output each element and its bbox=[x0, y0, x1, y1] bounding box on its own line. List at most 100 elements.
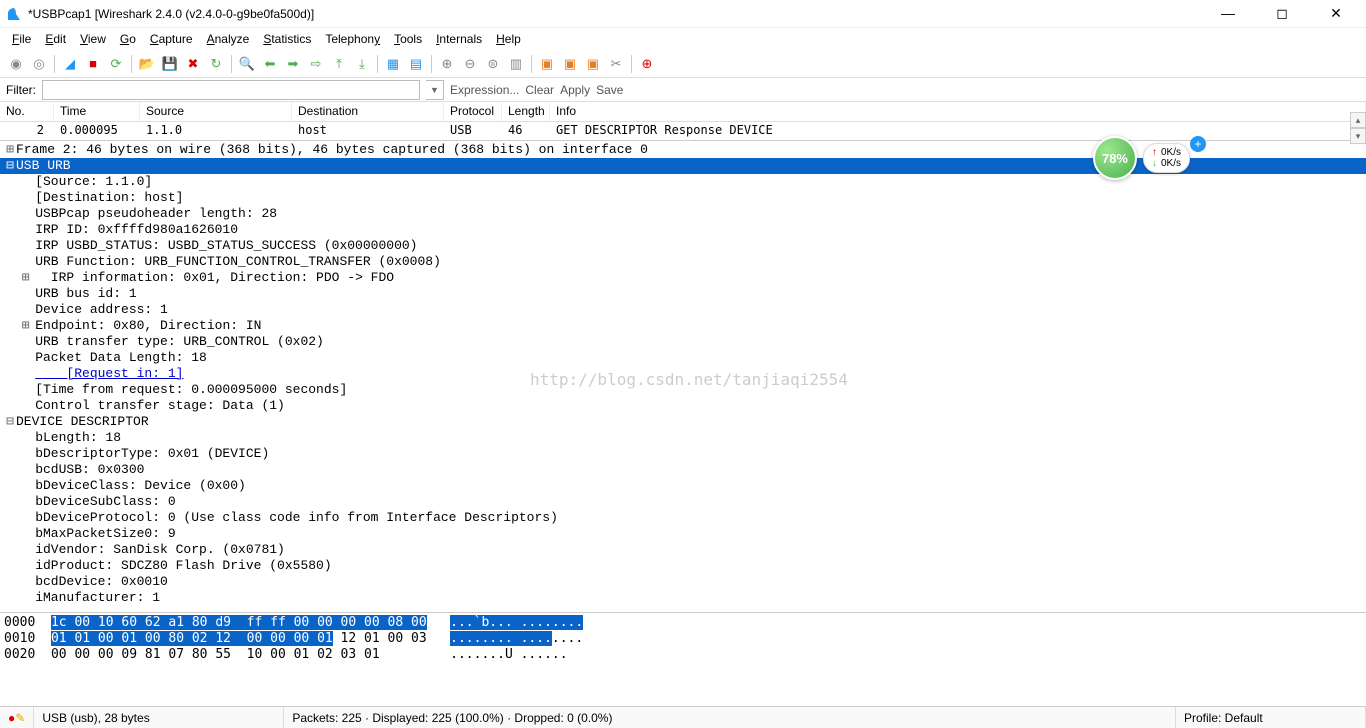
detail-line[interactable]: URB Function: URB_FUNCTION_CONTROL_TRANS… bbox=[0, 254, 1366, 270]
filter-label: Filter: bbox=[6, 83, 36, 97]
col-source[interactable]: Source bbox=[140, 102, 292, 121]
detail-line[interactable]: USBPcap pseudoheader length: 28 bbox=[0, 206, 1366, 222]
detail-line[interactable]: idProduct: SDCZ80 Flash Drive (0x5580) bbox=[0, 558, 1366, 574]
cell-src: 1.1.0 bbox=[140, 122, 292, 140]
detail-line[interactable]: URB bus id: 1 bbox=[0, 286, 1366, 302]
maximize-button[interactable]: ◻ bbox=[1264, 5, 1300, 22]
menubar: File Edit View Go Capture Analyze Statis… bbox=[0, 28, 1366, 50]
detail-line[interactable]: bMaxPacketSize0: 9 bbox=[0, 526, 1366, 542]
detail-line[interactable]: bDeviceProtocol: 0 (Use class code info … bbox=[0, 510, 1366, 526]
menu-statistics[interactable]: Statistics bbox=[257, 30, 317, 48]
prefs-icon[interactable]: ✂ bbox=[606, 54, 626, 74]
hex-pane[interactable]: 0000 1c 00 10 60 62 a1 80 d9 ff ff 00 00… bbox=[0, 613, 1366, 687]
detail-line[interactable]: IRP ID: 0xffffd980a1626010 bbox=[0, 222, 1366, 238]
menu-capture[interactable]: Capture bbox=[144, 30, 199, 48]
filter-clear[interactable]: Clear bbox=[525, 83, 554, 97]
menu-telephony[interactable]: Telephony bbox=[319, 30, 386, 48]
menu-view[interactable]: View bbox=[74, 30, 112, 48]
close-button[interactable]: ✕ bbox=[1318, 5, 1354, 22]
detail-line[interactable]: [Time from request: 0.000095000 seconds] bbox=[0, 382, 1366, 398]
detail-line[interactable]: bLength: 18 bbox=[0, 430, 1366, 446]
cell-len: 46 bbox=[502, 122, 550, 140]
speed-percent[interactable]: 78% bbox=[1093, 136, 1137, 180]
open-icon[interactable]: 📂 bbox=[137, 54, 157, 74]
filter-dropdown-icon[interactable]: ▼ bbox=[426, 80, 444, 100]
menu-help[interactable]: Help bbox=[490, 30, 527, 48]
last-icon[interactable]: ⤓ bbox=[352, 54, 372, 74]
titlebar: *USBPcap1 [Wireshark 2.4.0 (v2.4.0-0-g9b… bbox=[0, 0, 1366, 28]
menu-analyze[interactable]: Analyze bbox=[201, 30, 256, 48]
find-icon[interactable]: 🔍 bbox=[237, 54, 257, 74]
display-filter-icon[interactable]: ▣ bbox=[560, 54, 580, 74]
coloring-rules-icon[interactable]: ▣ bbox=[583, 54, 603, 74]
detail-line[interactable]: bcdDevice: 0x0010 bbox=[0, 574, 1366, 590]
zoomout-icon[interactable]: ⊖ bbox=[460, 54, 480, 74]
wireshark-icon bbox=[6, 6, 22, 22]
detail-line[interactable]: iManufacturer: 1 bbox=[0, 590, 1366, 606]
request-in-link[interactable]: [Request in: 1] bbox=[0, 366, 1366, 382]
resize-cols-icon[interactable]: ▥ bbox=[506, 54, 526, 74]
scroll-up-icon[interactable]: ▴ bbox=[1350, 112, 1366, 128]
detail-line[interactable]: Packet Data Length: 18 bbox=[0, 350, 1366, 366]
hex-row[interactable]: 0020 00 00 00 09 81 07 80 55 10 00 01 02… bbox=[4, 647, 1362, 663]
col-time[interactable]: Time bbox=[54, 102, 140, 121]
capture-start-icon[interactable]: ◎ bbox=[29, 54, 49, 74]
detail-line[interactable]: bcdUSB: 0x0300 bbox=[0, 462, 1366, 478]
filter-expression[interactable]: Expression... bbox=[450, 83, 519, 97]
colorize-icon[interactable]: ▦ bbox=[383, 54, 403, 74]
speed-readouts: ↑0K/s ↓0K/s bbox=[1143, 143, 1190, 173]
hex-row[interactable]: 0010 01 01 00 01 00 80 02 12 00 00 00 01… bbox=[4, 631, 1362, 647]
shark-fin-icon[interactable]: ◢ bbox=[60, 54, 80, 74]
packet-list-header: No. Time Source Destination Protocol Len… bbox=[0, 102, 1366, 122]
detail-pane[interactable]: ⊞Frame 2: 46 bytes on wire (368 bits), 4… bbox=[0, 141, 1366, 613]
hex-row[interactable]: 0000 1c 00 10 60 62 a1 80 d9 ff ff 00 00… bbox=[4, 615, 1362, 631]
restart-icon[interactable]: ⟳ bbox=[106, 54, 126, 74]
detail-line[interactable]: Control transfer stage: Data (1) bbox=[0, 398, 1366, 414]
reload-icon[interactable]: ↻ bbox=[206, 54, 226, 74]
filter-save[interactable]: Save bbox=[596, 83, 623, 97]
status-profile[interactable]: Profile: Default bbox=[1176, 707, 1366, 728]
detail-line[interactable]: ⊞ IRP information: 0x01, Direction: PDO … bbox=[0, 270, 1366, 286]
forward-icon[interactable]: ➡ bbox=[283, 54, 303, 74]
detail-line[interactable]: [Destination: host] bbox=[0, 190, 1366, 206]
minimize-button[interactable]: — bbox=[1210, 5, 1246, 22]
menu-file[interactable]: File bbox=[6, 30, 37, 48]
back-icon[interactable]: ⬅ bbox=[260, 54, 280, 74]
detail-line[interactable]: ⊞ Endpoint: 0x80, Direction: IN bbox=[0, 318, 1366, 334]
detail-line[interactable]: bDeviceClass: Device (0x00) bbox=[0, 478, 1366, 494]
status-expert-icon[interactable]: ● ✎ bbox=[0, 707, 34, 728]
detail-line[interactable]: Device address: 1 bbox=[0, 302, 1366, 318]
menu-internals[interactable]: Internals bbox=[430, 30, 488, 48]
zoomreset-icon[interactable]: ⊜ bbox=[483, 54, 503, 74]
capture-filter-icon[interactable]: ▣ bbox=[537, 54, 557, 74]
zoomin-icon[interactable]: ⊕ bbox=[437, 54, 457, 74]
first-icon[interactable]: ⤒ bbox=[329, 54, 349, 74]
filter-input[interactable] bbox=[42, 80, 420, 100]
autoscroll-icon[interactable]: ▤ bbox=[406, 54, 426, 74]
goto-icon[interactable]: ⇨ bbox=[306, 54, 326, 74]
detail-line[interactable]: idVendor: SanDisk Corp. (0x0781) bbox=[0, 542, 1366, 558]
window-title: *USBPcap1 [Wireshark 2.4.0 (v2.4.0-0-g9b… bbox=[28, 7, 1210, 21]
filter-apply[interactable]: Apply bbox=[560, 83, 590, 97]
close-file-icon[interactable]: ✖ bbox=[183, 54, 203, 74]
detail-line[interactable]: URB transfer type: URB_CONTROL (0x02) bbox=[0, 334, 1366, 350]
menu-go[interactable]: Go bbox=[114, 30, 142, 48]
capture-options-icon[interactable]: ◉ bbox=[6, 54, 26, 74]
stop-icon[interactable]: ■ bbox=[83, 54, 103, 74]
col-destination[interactable]: Destination bbox=[292, 102, 444, 121]
menu-tools[interactable]: Tools bbox=[388, 30, 428, 48]
col-length[interactable]: Length bbox=[502, 102, 550, 121]
cell-info: GET DESCRIPTOR Response DEVICE bbox=[550, 122, 1366, 140]
cell-time: 0.000095 bbox=[54, 122, 140, 140]
col-protocol[interactable]: Protocol bbox=[444, 102, 502, 121]
detail-line[interactable]: IRP USBD_STATUS: USBD_STATUS_SUCCESS (0x… bbox=[0, 238, 1366, 254]
col-info[interactable]: Info bbox=[550, 102, 1366, 121]
save-icon[interactable]: 💾 bbox=[160, 54, 180, 74]
help-icon[interactable]: ⊕ bbox=[637, 54, 657, 74]
detail-line[interactable]: bDescriptorType: 0x01 (DEVICE) bbox=[0, 446, 1366, 462]
col-no[interactable]: No. bbox=[0, 102, 54, 121]
overlay-plus-icon[interactable]: + bbox=[1190, 136, 1206, 152]
detail-line[interactable]: bDeviceSubClass: 0 bbox=[0, 494, 1366, 510]
menu-edit[interactable]: Edit bbox=[39, 30, 72, 48]
device-descriptor-header[interactable]: ⊟DEVICE DESCRIPTOR bbox=[0, 414, 1366, 430]
